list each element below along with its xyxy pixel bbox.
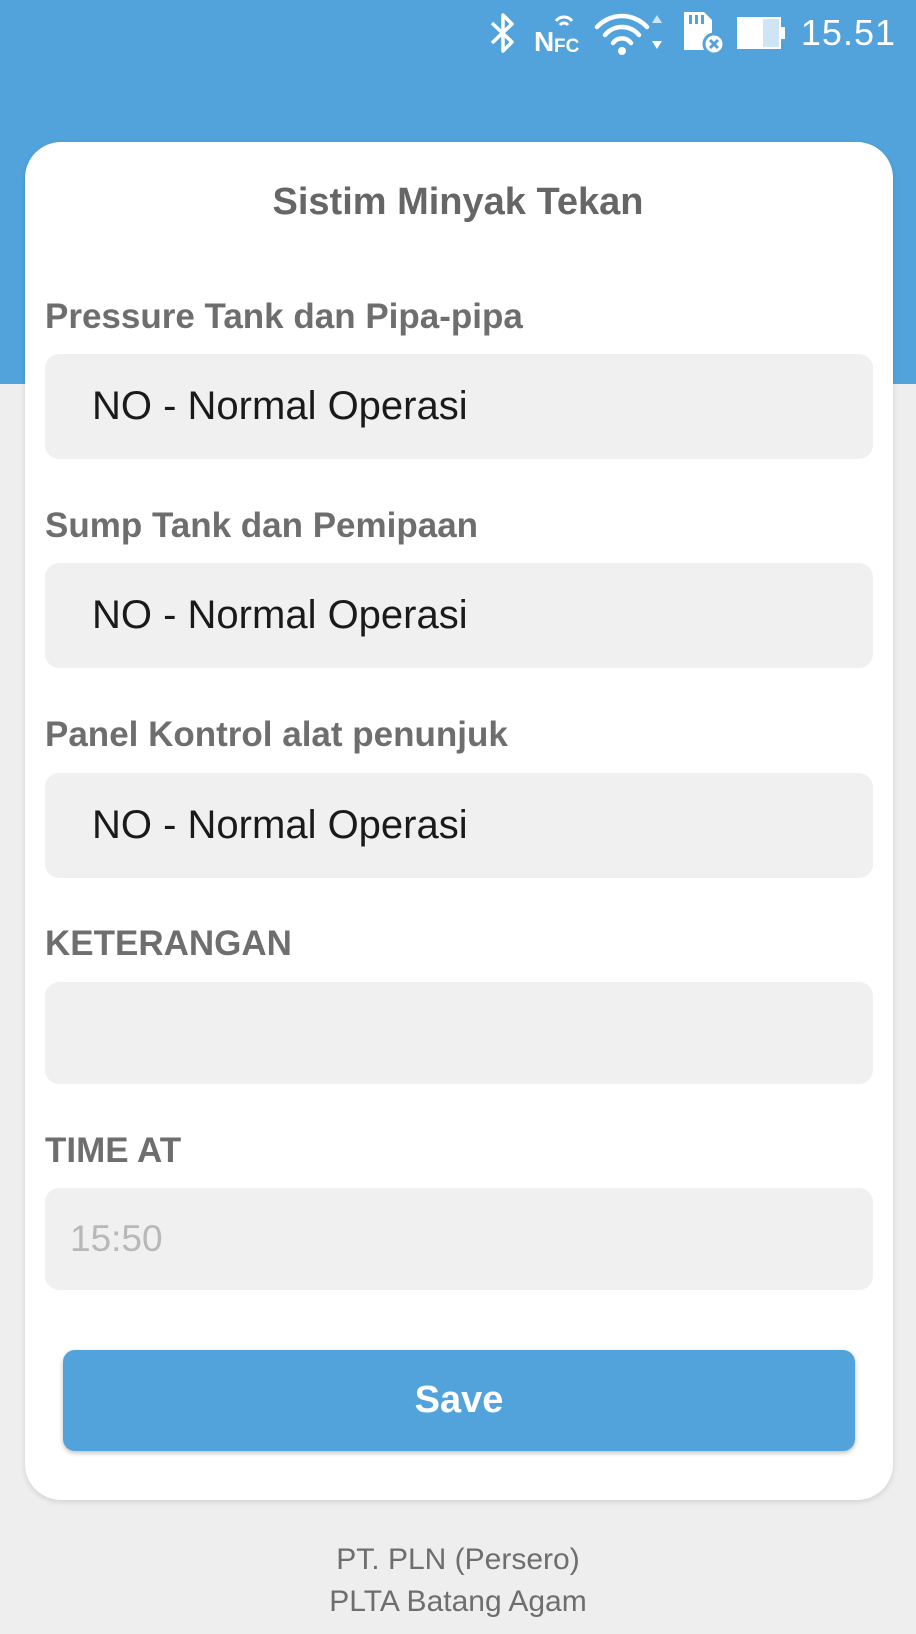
time-at-value: 15:50 <box>70 1218 163 1259</box>
panel-kontrol-value: NO - Normal Operasi <box>92 803 468 847</box>
nfc-letter: N <box>534 26 554 55</box>
pressure-tank-select[interactable]: NO - Normal Operasi <box>45 354 873 459</box>
sd-card-error-icon <box>680 10 726 56</box>
nfc-sub-letters: FC <box>554 36 580 55</box>
status-bar: N FC 15.51 <box>0 0 916 66</box>
field-label-panel-kontrol: Panel Kontrol alat penunjuk <box>45 715 508 754</box>
field-label-sump-tank: Sump Tank dan Pemipaan <box>45 506 479 545</box>
form-title: Sistim Minyak Tekan <box>272 181 644 223</box>
nfc-icon: N FC <box>532 10 582 56</box>
save-button[interactable]: Save <box>63 1350 855 1451</box>
pressure-tank-value: NO - Normal Operasi <box>92 384 468 428</box>
bluetooth-icon <box>486 10 520 56</box>
wifi-icon <box>594 10 664 56</box>
status-time: 15.51 <box>800 12 896 53</box>
field-label-time-at: TIME AT <box>45 1131 182 1170</box>
time-at-input[interactable]: 15:50 <box>45 1188 873 1290</box>
sump-tank-value: NO - Normal Operasi <box>92 593 468 637</box>
field-label-keterangan: KETERANGAN <box>45 924 292 963</box>
panel-kontrol-select[interactable]: NO - Normal Operasi <box>45 773 873 878</box>
footer-company: PT. PLN (Persero) <box>336 1543 580 1576</box>
field-label-pressure-tank: Pressure Tank dan Pipa-pipa <box>45 297 523 336</box>
keterangan-input[interactable] <box>45 982 873 1084</box>
sump-tank-select[interactable]: NO - Normal Operasi <box>45 563 873 668</box>
battery-icon <box>736 10 788 56</box>
footer-location: PLTA Batang Agam <box>329 1585 587 1618</box>
